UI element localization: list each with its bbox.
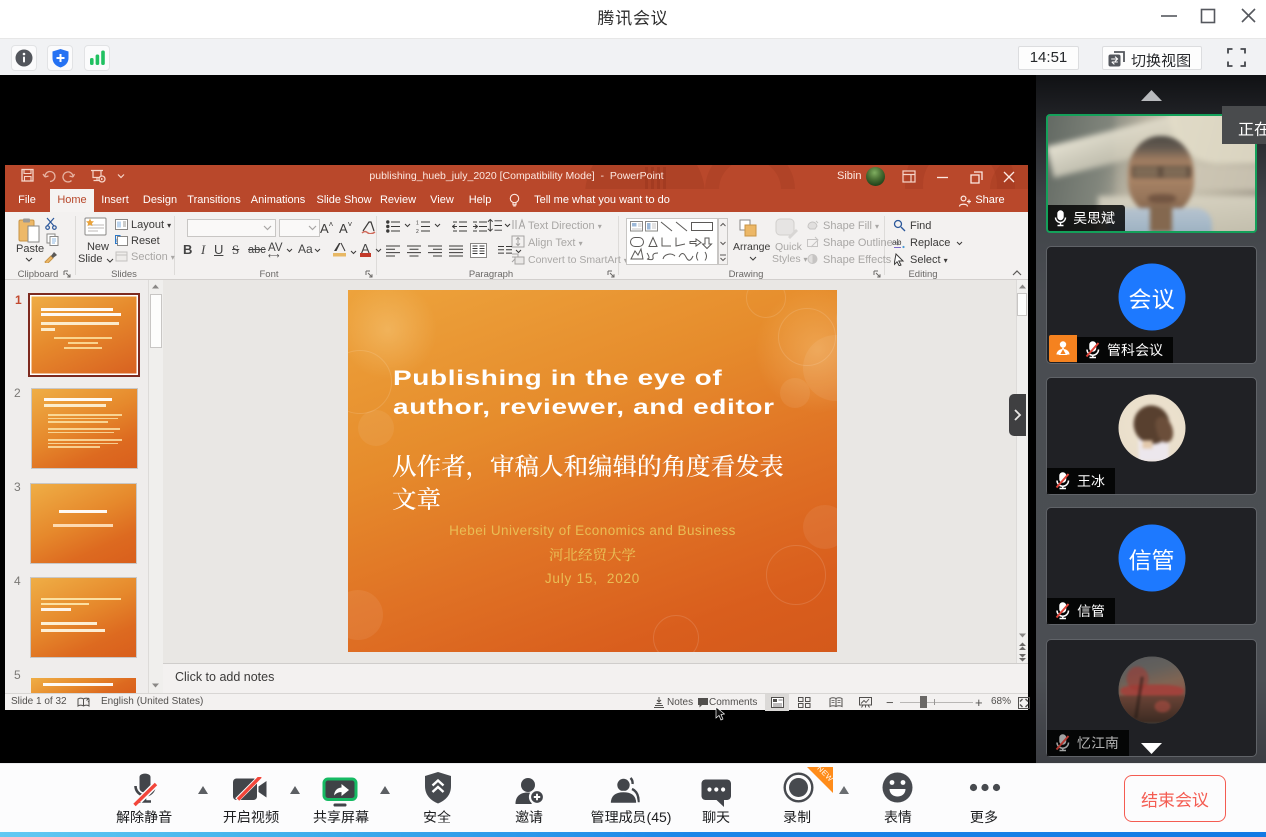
- svg-text:ab: ab: [892, 237, 902, 247]
- svg-text:2: 2: [416, 229, 419, 233]
- svg-text:1: 1: [416, 221, 419, 227]
